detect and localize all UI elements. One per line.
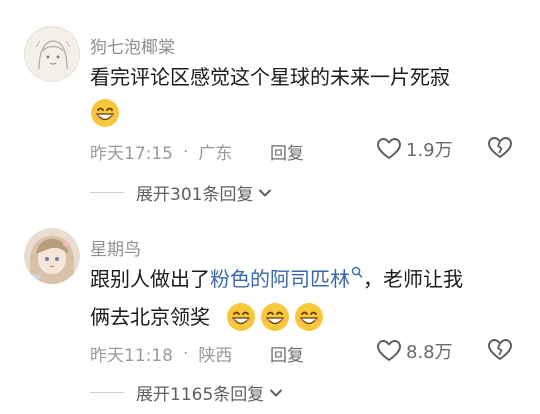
comment-time: 昨天17:15 xyxy=(90,144,173,164)
comment-item: 狗七泡椰棠 看完评论区感觉这个星球的未来一片死寂 昨天17:15 · 广东 回复… xyxy=(0,0,540,210)
grin-emoji xyxy=(91,99,119,127)
comment-text: 看完评论区感觉这个星球的未来一片死寂 xyxy=(90,65,450,89)
comment-time: 昨天11:18 xyxy=(90,346,173,366)
heart-icon xyxy=(377,340,401,361)
comment-text-line2: 俩去北京领奖 xyxy=(90,298,210,336)
like-button[interactable]: 8.8万 xyxy=(376,338,453,364)
comment-meta: 昨天11:18 · 陕西 xyxy=(90,341,233,367)
divider-line xyxy=(90,192,124,193)
comment-text-after-link: ，老师让我 xyxy=(363,267,463,291)
comment-username[interactable]: 狗七泡椰棠 xyxy=(90,33,175,58)
heart-icon xyxy=(377,138,401,159)
comment-location: 陕西 xyxy=(198,346,233,366)
emoji-row xyxy=(90,98,120,128)
comment-text-line1: 跟别人做出了粉色的阿司匹林 ，老师让我 xyxy=(90,260,463,298)
dislike-button[interactable] xyxy=(487,136,513,164)
comment-meta: 昨天17:15 · 广东 xyxy=(90,139,233,165)
expand-replies-label: 展开301条回复 xyxy=(136,185,254,205)
chevron-down-icon xyxy=(270,389,283,396)
reply-button[interactable]: 回复 xyxy=(270,139,304,164)
grin-emoji xyxy=(295,303,323,331)
broken-heart-icon xyxy=(488,137,512,158)
comment-username[interactable]: 星期鸟 xyxy=(90,235,141,260)
divider-line xyxy=(90,392,124,393)
reply-button[interactable]: 回复 xyxy=(270,341,304,366)
search-link[interactable]: 粉色的阿司匹林 xyxy=(210,267,350,291)
avatar[interactable] xyxy=(24,228,80,284)
grin-emoji xyxy=(227,303,255,331)
meta-separator: · xyxy=(183,343,189,364)
expand-replies-button[interactable]: 展开1165条回复 xyxy=(90,380,284,405)
like-button[interactable]: 1.9万 xyxy=(376,136,453,162)
emoji-row xyxy=(226,302,324,332)
grin-emoji xyxy=(261,303,289,331)
broken-heart-icon xyxy=(488,339,512,360)
comment-item: 星期鸟 跟别人做出了粉色的阿司匹林 ，老师让我 俩去北京领奖 昨天11:18 ·… xyxy=(0,210,540,414)
expand-replies-label: 展开1165条回复 xyxy=(136,385,265,405)
chevron-down-icon xyxy=(259,189,272,196)
like-count: 1.9万 xyxy=(406,140,453,161)
avatar[interactable] xyxy=(24,26,80,82)
expand-replies-button[interactable]: 展开301条回复 xyxy=(90,180,273,205)
dislike-button[interactable] xyxy=(487,338,513,366)
comment-text-before-link: 跟别人做出了 xyxy=(90,267,210,291)
comment-location: 广东 xyxy=(198,144,233,164)
meta-separator: · xyxy=(183,141,189,162)
comment-text-line2-text: 俩去北京领奖 xyxy=(90,305,210,329)
like-count: 8.8万 xyxy=(406,342,453,363)
search-icon[interactable] xyxy=(351,266,363,279)
